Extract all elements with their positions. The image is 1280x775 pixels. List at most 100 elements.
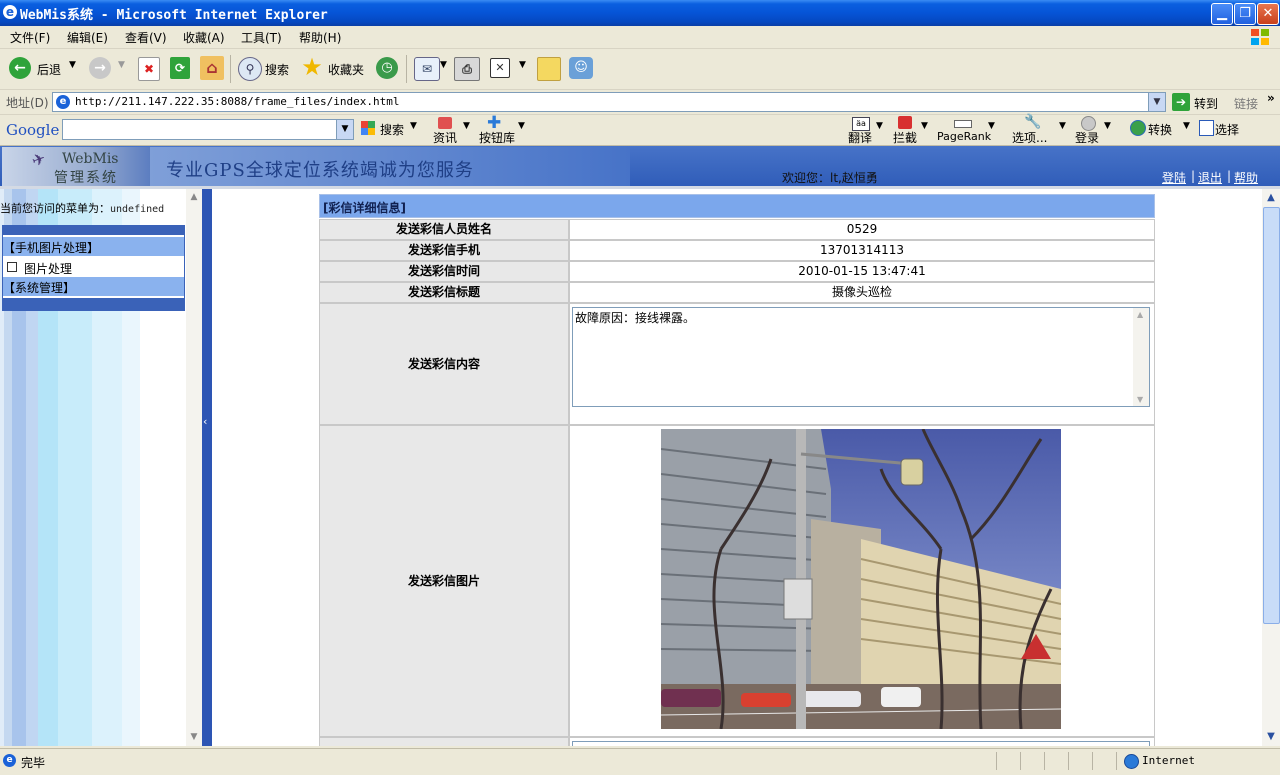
frame-splitter[interactable]: ‹	[202, 189, 212, 746]
news-label[interactable]: 资讯	[433, 129, 457, 146]
popup-block-icon[interactable]	[898, 116, 912, 129]
maximize-button[interactable]: ❐	[1234, 3, 1256, 25]
news-dropdown-icon[interactable]: ▼	[463, 121, 470, 131]
send-time-value: 2010-01-15 13:47:41	[569, 261, 1155, 282]
google-search-icon[interactable]	[361, 121, 375, 135]
back-dropdown-icon[interactable]: ▼	[69, 60, 76, 70]
history-icon[interactable]: ◷	[376, 57, 398, 79]
messenger-icon[interactable]: ☺	[569, 57, 593, 79]
search-button-label[interactable]: 搜索	[265, 61, 289, 78]
edit-page-icon[interactable]: ✕	[490, 58, 510, 78]
logout-link[interactable]: 退出	[1198, 169, 1222, 186]
address-dropdown-icon[interactable]: ▼	[1148, 93, 1165, 111]
mail-dropdown-icon[interactable]: ▼	[440, 60, 447, 70]
home-icon[interactable]: ⌂	[200, 56, 224, 80]
left-scrollbar[interactable]: ▲ ▼	[186, 189, 202, 746]
menu-edit[interactable]: 编辑(E)	[67, 29, 108, 46]
mail-icon[interactable]: ✉	[414, 57, 440, 81]
menu-help[interactable]: 帮助(H)	[299, 29, 341, 46]
convert-label[interactable]: 转换	[1148, 121, 1172, 138]
send-time-label: 发送彩信时间	[319, 261, 569, 282]
menu-group-phone-images[interactable]: 【手机图片处理】	[3, 237, 184, 256]
main-scroll-thumb[interactable]	[1263, 207, 1280, 624]
pagerank-label[interactable]: PageRank	[937, 130, 991, 143]
mms-content-textarea[interactable]: 故障原因：接线裸露。 ▲ ▼	[572, 307, 1150, 407]
edit-dropdown-icon[interactable]: ▼	[519, 60, 526, 70]
help-link[interactable]: 帮助	[1234, 169, 1258, 186]
news-icon[interactable]	[438, 117, 452, 129]
mms-image-label: 发送彩信图片	[319, 425, 569, 737]
chevron-more-icon[interactable]: »	[1267, 91, 1275, 105]
convert-icon[interactable]	[1130, 120, 1146, 136]
menu-favorites[interactable]: 收藏(A)	[183, 29, 225, 46]
internet-zone-globe-icon	[1124, 754, 1139, 769]
main-scroll-up-icon[interactable]: ▲	[1263, 190, 1279, 206]
textarea-scrollbar[interactable]: ▲ ▼	[1133, 308, 1149, 406]
favorites-button-label[interactable]: 收藏夹	[328, 61, 364, 78]
refresh-icon[interactable]: ⟳	[170, 57, 190, 79]
google-search-input[interactable]: ▼	[62, 119, 354, 140]
login-dropdown-icon[interactable]: ▼	[1104, 121, 1111, 131]
menu-item-bullet-icon	[7, 262, 17, 272]
google-dropdown-icon[interactable]: ▼	[336, 120, 353, 139]
links-label[interactable]: 链接	[1234, 95, 1258, 112]
popup-block-label[interactable]: 拦截	[893, 129, 917, 146]
google-brand[interactable]: Google	[6, 121, 59, 139]
menu-file[interactable]: 文件(F)	[10, 29, 50, 46]
pagerank-dropdown-icon[interactable]: ▼	[988, 121, 995, 131]
menu-view[interactable]: 查看(V)	[125, 29, 167, 46]
menu-item-label[interactable]: 图片处理	[24, 260, 72, 277]
login-link[interactable]: 登陆	[1162, 169, 1186, 186]
stop-icon[interactable]: ✖	[138, 57, 160, 81]
back-button-label[interactable]: 后退	[37, 61, 61, 78]
print-icon[interactable]: ⎙	[454, 57, 480, 81]
webmis-logo: ✈ WebMis 管理系统	[2, 147, 152, 187]
forward-dropdown-icon[interactable]: ▼	[118, 60, 125, 70]
block-dropdown-icon[interactable]: ▼	[921, 121, 928, 131]
go-button-label[interactable]: 转到	[1194, 95, 1218, 112]
minimize-button[interactable]: ▁	[1211, 3, 1233, 25]
go-arrow-icon[interactable]: ➔	[1172, 93, 1190, 111]
menu-group-title[interactable]: 【手机图片处理】	[3, 239, 99, 256]
left-menu-frame: 当前您访问的菜单为：undefined 【手机图片处理】 图片处理 【系统管理】	[0, 189, 202, 746]
select-icon[interactable]	[1199, 120, 1214, 136]
main-scroll-down-icon[interactable]: ▼	[1263, 729, 1279, 745]
scroll-down-icon[interactable]: ▼	[187, 730, 201, 745]
main-scrollbar[interactable]: ▲ ▼	[1262, 189, 1280, 746]
convert-dropdown-icon[interactable]: ▼	[1183, 121, 1190, 131]
ie-icon: e	[3, 5, 17, 19]
address-input[interactable]: e http://211.147.222.35:8088/frame_files…	[52, 92, 1166, 112]
menu-item-image-processing[interactable]: 图片处理	[3, 258, 184, 276]
mms-title-label: 发送彩信标题	[319, 282, 569, 303]
buttons-gallery-label[interactable]: 按钮库	[479, 129, 515, 146]
mms-image-cell	[569, 425, 1155, 737]
translate-dropdown-icon[interactable]: ▼	[876, 121, 883, 131]
select-label[interactable]: 选择	[1215, 121, 1239, 138]
search-icon[interactable]: ⚲	[238, 57, 262, 81]
google-search-dropdown-icon[interactable]: ▼	[410, 121, 417, 131]
favorites-star-icon[interactable]: ★	[299, 54, 325, 80]
collapse-arrow-icon[interactable]: ‹	[203, 415, 207, 428]
translate-label[interactable]: 翻译	[848, 129, 872, 146]
scroll-up-icon[interactable]: ▲	[187, 190, 201, 205]
zone-label: Internet	[1142, 754, 1195, 767]
back-arrow-icon[interactable]: ←	[9, 57, 31, 79]
options-dropdown-icon[interactable]: ▼	[1059, 121, 1066, 131]
menu-group-title[interactable]: 【系统管理】	[3, 279, 75, 296]
menu-group-system-admin[interactable]: 【系统管理】	[3, 277, 184, 296]
options-label[interactable]: 选项...	[1012, 129, 1047, 146]
address-url[interactable]: http://211.147.222.35:8088/frame_files/i…	[75, 95, 400, 108]
menu-tools[interactable]: 工具(T)	[241, 29, 282, 46]
discuss-icon[interactable]	[537, 57, 561, 81]
address-label: 地址(D)	[6, 96, 49, 110]
buttons-dropdown-icon[interactable]: ▼	[518, 121, 525, 131]
textarea-scroll-down-icon[interactable]: ▼	[1137, 395, 1143, 404]
sender-phone-value: 13701314113	[569, 240, 1155, 261]
close-button[interactable]: ✕	[1257, 3, 1279, 25]
options-wrench-icon[interactable]: 🔧	[1024, 114, 1041, 130]
login-label[interactable]: 登录	[1075, 129, 1099, 146]
google-search-label[interactable]: 搜索	[380, 121, 404, 138]
forward-arrow-icon[interactable]: →	[89, 57, 111, 79]
textarea-scroll-up-icon[interactable]: ▲	[1137, 310, 1143, 319]
main-content-frame: [彩信详细信息] 发送彩信人员姓名 0529 发送彩信手机 1370131411…	[212, 189, 1262, 746]
